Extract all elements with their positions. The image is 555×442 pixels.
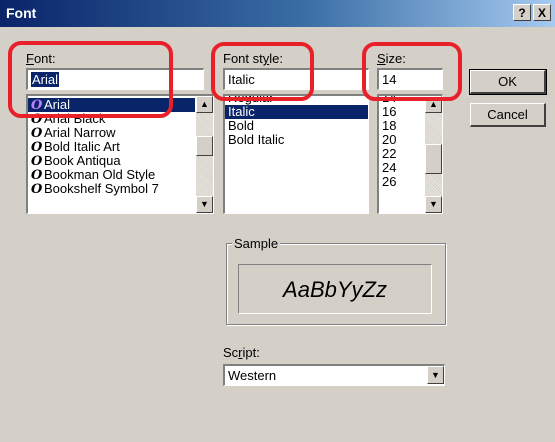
title-bar: Font ? X bbox=[0, 0, 555, 27]
size-list-scrollbar[interactable]: ▲ ▼ bbox=[425, 96, 442, 213]
list-item[interactable]: Bold Italic bbox=[225, 133, 368, 147]
sample-preview: AaBbYyZz bbox=[238, 264, 432, 314]
list-item[interactable]: 26 bbox=[379, 175, 424, 189]
ok-button[interactable]: OK bbox=[469, 69, 547, 95]
close-button[interactable]: X bbox=[533, 4, 551, 21]
scroll-up-icon[interactable]: ▲ bbox=[196, 96, 213, 113]
window-title: Font bbox=[6, 5, 37, 21]
font-item-label: Arial Narrow bbox=[44, 125, 116, 140]
list-item[interactable]: O Book Antiqua bbox=[28, 153, 195, 169]
sample-label: Sample bbox=[232, 236, 281, 251]
scroll-thumb[interactable] bbox=[425, 144, 442, 174]
list-item[interactable]: O Bookman Old Style bbox=[28, 167, 195, 183]
list-item[interactable]: 18 bbox=[379, 119, 424, 133]
list-item[interactable]: 20 bbox=[379, 133, 424, 147]
font-item-label: Book Antiqua bbox=[44, 153, 121, 168]
highlight-size bbox=[362, 42, 462, 101]
script-select[interactable]: Western ▼ bbox=[223, 364, 445, 386]
font-style-list[interactable]: Regular Italic Bold Bold Italic bbox=[223, 94, 369, 214]
list-item[interactable]: O Arial Narrow bbox=[28, 125, 195, 141]
opentype-font-icon: O bbox=[31, 126, 43, 141]
list-item[interactable]: 16 bbox=[379, 105, 424, 119]
list-item[interactable]: 24 bbox=[379, 161, 424, 175]
font-list-scrollbar[interactable]: ▲ ▼ bbox=[196, 96, 213, 213]
font-item-label: Bookshelf Symbol 7 bbox=[44, 181, 159, 196]
scroll-down-icon[interactable]: ▼ bbox=[196, 196, 213, 213]
list-item[interactable]: Bold bbox=[225, 119, 368, 133]
help-button[interactable]: ? bbox=[513, 4, 531, 21]
opentype-font-icon: O bbox=[31, 154, 43, 169]
cancel-button[interactable]: Cancel bbox=[470, 103, 546, 127]
list-item[interactable]: O Bookshelf Symbol 7 bbox=[28, 181, 195, 197]
script-label: Script: bbox=[223, 345, 260, 360]
dropdown-arrow-icon[interactable]: ▼ bbox=[427, 366, 444, 384]
size-list[interactable]: 14 16 18 20 22 24 26 ▲ ▼ bbox=[377, 94, 443, 214]
font-item-label: Bold Italic Art bbox=[44, 139, 120, 154]
list-item[interactable]: O Bold Italic Art bbox=[28, 139, 195, 155]
opentype-font-icon: O bbox=[31, 140, 43, 155]
list-item[interactable]: Italic bbox=[225, 105, 368, 119]
font-item-label: Bookman Old Style bbox=[44, 167, 156, 182]
highlight-font bbox=[8, 41, 173, 118]
scroll-down-icon[interactable]: ▼ bbox=[425, 196, 442, 213]
highlight-font-style bbox=[211, 42, 314, 101]
scroll-thumb[interactable] bbox=[196, 136, 213, 156]
list-item[interactable]: 22 bbox=[379, 147, 424, 161]
opentype-font-icon: O bbox=[31, 182, 43, 197]
opentype-font-icon: O bbox=[31, 168, 43, 183]
